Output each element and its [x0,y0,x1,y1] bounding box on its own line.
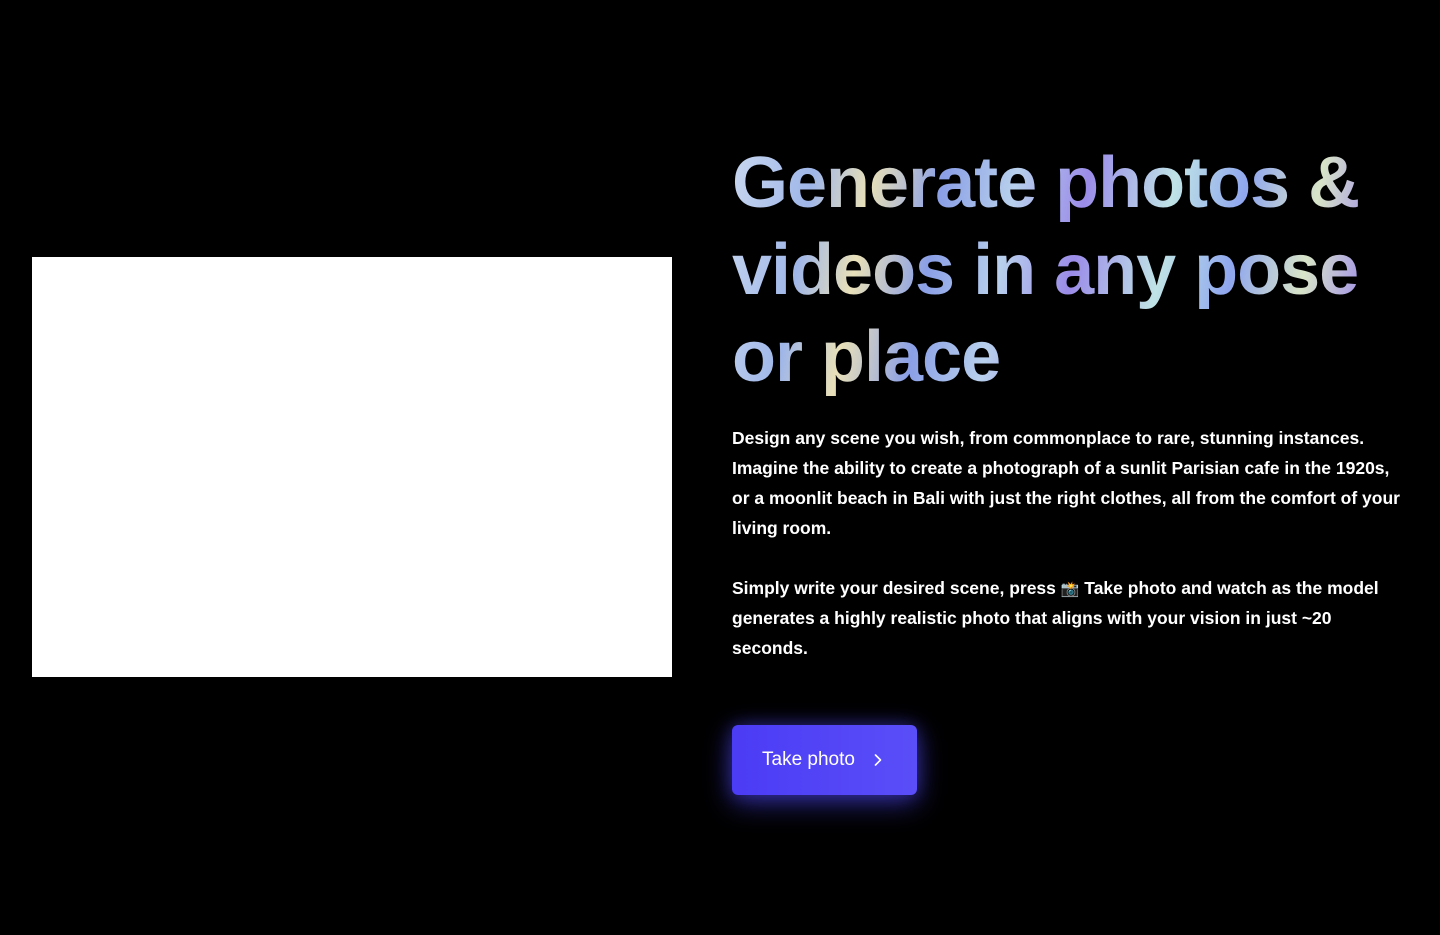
hero-headline: Generate photos & videos in any pose or … [732,140,1412,401]
description-paragraph-2: Simply write your desired scene, press 📸… [732,573,1404,663]
take-photo-button[interactable]: Take photo [732,725,917,795]
camera-flash-icon: 📸 [1060,581,1080,598]
headline-line-3: or place [732,317,1001,397]
media-preview-panel [32,257,672,677]
description-paragraph-2-start: Simply write your desired scene, press [732,578,1061,598]
page: Generate photos & videos in any pose or … [0,0,1440,935]
chevron-right-icon [873,753,883,767]
headline-line-2: videos in any pose [732,230,1359,310]
hero-content: Generate photos & videos in any pose or … [732,140,1412,663]
headline-line-1: Generate photos & [732,143,1360,223]
description-paragraph-1: Design any scene you wish, from commonpl… [732,428,1400,538]
hero-description: Design any scene you wish, from commonpl… [732,423,1404,663]
take-photo-button-label: Take photo [762,749,855,770]
